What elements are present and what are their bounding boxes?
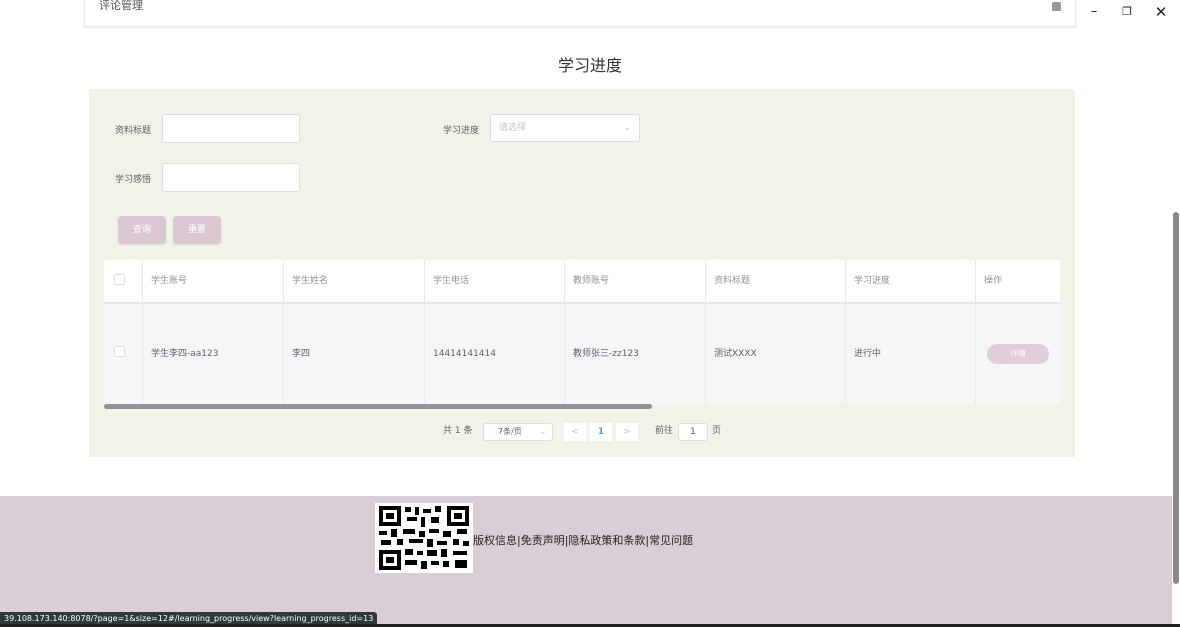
user-icon[interactable]: [1052, 2, 1061, 11]
window-restore-button[interactable]: ❐: [1112, 2, 1142, 22]
header-student-account: 学生账号: [143, 260, 284, 302]
pagination-total: 共 1 条: [443, 426, 473, 436]
page-size-select[interactable]: 7条/页 ⌄: [483, 423, 553, 441]
table-header: 学生账号 学生姓名 学生电话 教师账号 资料标题 学习进度 操作: [104, 260, 1060, 304]
window-minimize-button[interactable]: –: [1079, 2, 1109, 22]
progress-select-placeholder: 请选择: [499, 123, 527, 133]
page-size-value: 7条/页: [498, 427, 522, 436]
top-nav: 评论管理: [84, 0, 1076, 27]
header-teacher-account: 教师账号: [565, 260, 706, 302]
goto-label: 前往: [655, 426, 674, 436]
header-student-name: 学生姓名: [284, 260, 425, 302]
cell-student-account: 学生李四-aa123: [143, 304, 284, 404]
select-all-checkbox[interactable]: [114, 274, 125, 285]
header-student-phone: 学生电话: [425, 260, 565, 302]
progress-filter-select[interactable]: 请选择 ⌄: [490, 114, 640, 142]
data-table: 学生账号 学生姓名 学生电话 教师账号 资料标题 学习进度 操作 学生李四-aa…: [104, 260, 1060, 404]
reset-button[interactable]: 重置: [173, 216, 221, 244]
cell-title: 测试XXXX: [706, 304, 846, 404]
nav-item-comments[interactable]: 评论管理: [99, 0, 143, 13]
feeling-filter-label: 学习感悟: [115, 175, 152, 185]
row-checkbox-cell: [104, 304, 143, 404]
query-button[interactable]: 查询: [118, 216, 166, 244]
header-actions: 操作: [984, 276, 1003, 286]
header-title: 资料标题: [706, 260, 846, 302]
header-progress: 学习进度: [846, 260, 976, 302]
next-page-button[interactable]: >: [616, 423, 638, 441]
feeling-filter-input[interactable]: [162, 163, 300, 192]
table-row: 学生李四-aa123 李四 14414141414 教师张三-zz123 测试X…: [104, 304, 1060, 404]
title-filter-label: 资料标题: [115, 126, 152, 136]
qr-code-icon: [375, 503, 473, 573]
table-horizontal-scrollbar[interactable]: [104, 404, 652, 409]
page-suffix: 页: [712, 426, 722, 436]
page-number-1[interactable]: 1: [590, 423, 612, 441]
chevron-down-icon: ⌄: [539, 427, 546, 436]
detail-button[interactable]: 详情: [987, 344, 1049, 364]
title-filter-input[interactable]: [162, 114, 300, 143]
progress-filter-label: 学习进度: [443, 126, 480, 136]
chevron-down-icon: ⌄: [623, 123, 631, 133]
page-title: 学习进度: [557, 56, 622, 75]
footer-links[interactable]: 版权信息|免责声明|隐私政策和条款|常见问题: [473, 532, 693, 548]
cell-student-phone: 14414141414: [425, 304, 565, 404]
footer: [0, 496, 1172, 627]
cell-teacher-account: 教师张三-zz123: [565, 304, 706, 404]
header-checkbox-cell: [104, 260, 143, 302]
prev-page-button[interactable]: <: [564, 423, 586, 441]
vertical-scrollbar-thumb[interactable]: [1173, 212, 1179, 584]
row-checkbox[interactable]: [114, 346, 125, 357]
goto-page-input[interactable]: 1: [678, 423, 708, 441]
cell-student-name: 李四: [284, 304, 425, 404]
cell-progress: 进行中: [846, 304, 976, 404]
